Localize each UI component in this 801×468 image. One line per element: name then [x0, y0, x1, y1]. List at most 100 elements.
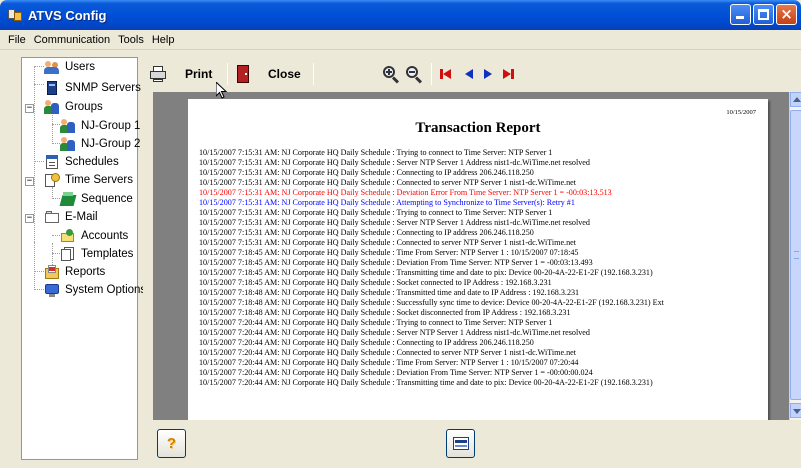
scroll-thumb[interactable] — [790, 110, 801, 400]
scroll-down-button[interactable] — [790, 403, 801, 418]
server-icon — [44, 80, 60, 96]
groups-expander[interactable]: − — [25, 104, 34, 113]
email-expander[interactable]: − — [25, 214, 34, 223]
report-preview[interactable]: 10/15/2007 Transaction Report 10/15/2007… — [153, 92, 789, 420]
tree-item-reports[interactable]: Reports — [44, 264, 107, 280]
log-line: 10/15/2007 7:18:48 AM: NJ Corporate HQ D… — [199, 288, 580, 297]
tree-item-sequence[interactable]: Sequence — [59, 191, 134, 207]
tree-item-label: SNMP Servers — [65, 82, 141, 94]
log-line: 10/15/2007 7:15:31 AM: NJ Corporate HQ D… — [199, 178, 576, 187]
tree-item-users[interactable]: Users — [44, 59, 96, 75]
close-button[interactable]: Close — [234, 61, 309, 87]
tree-item-label: Templates — [81, 248, 134, 260]
time-server-icon — [44, 172, 60, 188]
vertical-scrollbar[interactable] — [789, 92, 801, 420]
log-line: 10/15/2007 7:18:48 AM: NJ Corporate HQ D… — [199, 308, 571, 317]
print-preview-button[interactable] — [446, 429, 475, 458]
tree-item-nj-group-1[interactable]: NJ-Group 1 — [60, 118, 141, 134]
scroll-up-button[interactable] — [790, 92, 801, 107]
group-icon — [44, 99, 60, 115]
zoom-in-button[interactable] — [382, 61, 402, 87]
log-line: 10/15/2007 7:15:31 AM: NJ Corporate HQ D… — [199, 198, 575, 207]
accounts-icon — [60, 228, 76, 244]
door-icon — [234, 65, 252, 83]
printer-icon — [149, 65, 167, 83]
log-line: 10/15/2007 7:18:48 AM: NJ Corporate HQ D… — [199, 298, 664, 307]
tree-item-time-servers[interactable]: Time Servers — [44, 172, 134, 188]
tree-item-schedules[interactable]: Schedules — [44, 154, 120, 170]
sequence-icon — [59, 191, 77, 207]
tree-item-accounts[interactable]: Accounts — [60, 228, 129, 244]
tree-item-email[interactable]: E-Mail — [44, 209, 99, 225]
menu-help[interactable]: Help — [148, 34, 179, 46]
log-line: 10/15/2007 7:20:44 AM: NJ Corporate HQ D… — [199, 358, 579, 367]
tree-item-templates[interactable]: Templates — [60, 246, 134, 262]
previous-page-button[interactable] — [460, 61, 478, 87]
tree-item-label: Groups — [65, 101, 103, 113]
log-line: 10/15/2007 7:18:45 AM: NJ Corporate HQ D… — [199, 268, 653, 277]
menu-file[interactable]: File — [4, 34, 30, 46]
tree-item-groups[interactable]: Groups — [44, 99, 104, 115]
help-button[interactable]: ? — [157, 429, 186, 458]
print-button[interactable]: Print — [149, 61, 224, 87]
zoom-out-button[interactable] — [405, 61, 425, 87]
calendar-icon — [44, 154, 60, 170]
log-line: 10/15/2007 7:18:45 AM: NJ Corporate HQ D… — [199, 278, 552, 287]
log-line: 10/15/2007 7:18:45 AM: NJ Corporate HQ D… — [199, 258, 593, 267]
log-line: 10/15/2007 7:20:44 AM: NJ Corporate HQ D… — [199, 318, 553, 327]
tree-item-label: Reports — [64, 266, 107, 278]
log-line: 10/15/2007 7:20:44 AM: NJ Corporate HQ D… — [199, 378, 653, 387]
menu-tools[interactable]: Tools — [114, 34, 148, 46]
first-page-button[interactable] — [438, 61, 456, 87]
log-line: 10/15/2007 7:20:44 AM: NJ Corporate HQ D… — [199, 328, 590, 337]
report-toolbar: Print Close — [143, 57, 801, 90]
tree-item-label: Sequence — [81, 193, 133, 205]
app-icon — [7, 7, 23, 23]
tree-item-snmp-servers[interactable]: SNMP Servers — [44, 80, 142, 96]
group-icon — [60, 118, 76, 134]
tree-item-label: Accounts — [81, 230, 129, 242]
log-line: 10/15/2007 7:15:31 AM: NJ Corporate HQ D… — [199, 218, 590, 227]
zoom-in-icon — [382, 65, 400, 84]
mail-icon — [44, 209, 60, 225]
first-page-icon — [438, 65, 456, 83]
navigation-tree[interactable]: Users SNMP Servers − Groups NJ-Group 1 N… — [21, 57, 146, 460]
previous-page-icon — [460, 65, 478, 83]
users-icon — [44, 59, 60, 75]
log-line: 10/15/2007 7:15:31 AM: NJ Corporate HQ D… — [199, 238, 576, 247]
log-line: 10/15/2007 7:15:31 AM: NJ Corporate HQ D… — [199, 208, 553, 217]
tree-item-system-options[interactable]: System Options — [44, 282, 147, 298]
tree-item-label: System Options — [65, 284, 147, 296]
menu-communication[interactable]: Communication — [30, 34, 114, 46]
group-icon — [60, 136, 76, 152]
window-title: ATVS Config — [28, 7, 107, 23]
log-line: 10/15/2007 7:18:45 AM: NJ Corporate HQ D… — [199, 248, 579, 257]
log-line: 10/15/2007 7:15:31 AM: NJ Corporate HQ D… — [199, 188, 612, 197]
system-options-icon — [44, 282, 60, 298]
maximize-button[interactable] — [753, 4, 774, 25]
log-line: 10/15/2007 7:15:31 AM: NJ Corporate HQ D… — [199, 148, 553, 157]
help-icon: ? — [166, 435, 177, 452]
tree-item-nj-group-2[interactable]: NJ-Group 2 — [60, 136, 141, 152]
log-line: 10/15/2007 7:20:44 AM: NJ Corporate HQ D… — [199, 338, 534, 347]
log-line: 10/15/2007 7:15:31 AM: NJ Corporate HQ D… — [199, 228, 534, 237]
log-line: 10/15/2007 7:20:44 AM: NJ Corporate HQ D… — [199, 348, 576, 357]
reports-icon — [44, 264, 60, 280]
chevron-down-icon — [793, 409, 801, 414]
zoom-out-icon — [405, 65, 423, 84]
minimize-button[interactable] — [730, 4, 751, 25]
time-servers-expander[interactable]: − — [25, 177, 34, 186]
report-date: 10/15/2007 — [726, 109, 756, 116]
close-window-button[interactable]: × — [776, 4, 797, 25]
last-page-button[interactable] — [499, 61, 517, 87]
title-bar: ATVS Config × — [0, 0, 801, 30]
templates-icon — [60, 246, 76, 262]
tree-item-label: NJ-Group 2 — [81, 138, 141, 150]
tree-item-label: E-Mail — [65, 211, 98, 223]
menu-bar: File Communication Tools Help — [0, 30, 801, 50]
tree-item-label: NJ-Group 1 — [81, 120, 141, 132]
tree-item-label: Time Servers — [65, 174, 133, 186]
tree-item-label: Schedules — [65, 156, 119, 168]
next-page-button[interactable] — [479, 61, 497, 87]
report-title: Transaction Report — [415, 120, 541, 136]
